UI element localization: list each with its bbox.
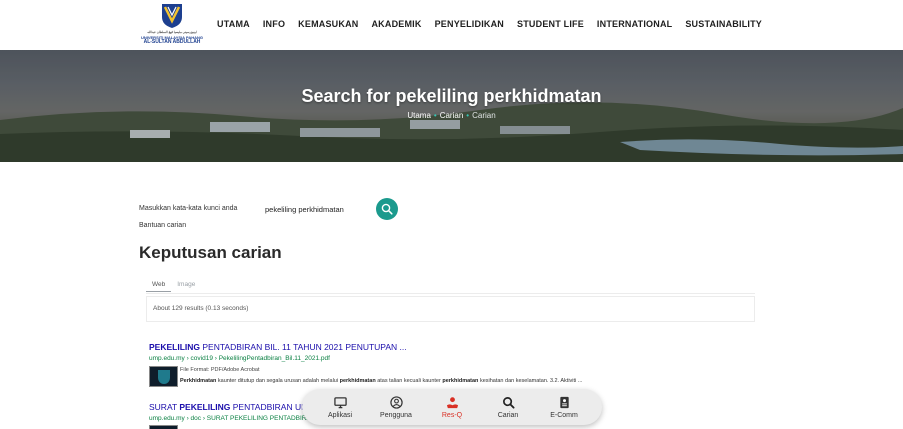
result-url: ump.edu.my › covid19 › PekelilingPentadb… xyxy=(149,355,330,362)
result-file-format: File Format: PDF/Adobe Acrobat xyxy=(180,367,260,373)
snippet-bold: perkhidmatan xyxy=(339,378,376,384)
page: اونيۏرسيتي مليسيا ڤهڠ السلطان عبدالله UN… xyxy=(0,0,903,429)
hero-banner: Search for pekeliling perkhidmatan Utama… xyxy=(0,50,903,162)
snippet-text: atas talian kecuali kaunter xyxy=(375,378,443,384)
nav-item-utama[interactable]: UTAMA xyxy=(217,19,250,29)
result-url: ump.edu.my › doc › SURAT PEKELILING PENT… xyxy=(149,415,316,422)
search-button[interactable] xyxy=(376,198,398,220)
nav-item-sustainability[interactable]: SUSTAINABILITY xyxy=(685,19,762,29)
search-input[interactable] xyxy=(262,200,374,218)
nav-item-akademik[interactable]: AKADEMIK xyxy=(371,19,421,29)
search-icon xyxy=(381,203,393,215)
nav-item-international[interactable]: INTERNATIONAL xyxy=(597,19,672,29)
breadcrumb-utama[interactable]: Utama xyxy=(407,111,431,120)
logo-subname-text: AL-SULTAN ABDULLAH xyxy=(143,39,201,45)
logo-text: اونيۏرسيتي مليسيا ڤهڠ السلطان عبدالله UN… xyxy=(139,30,205,45)
breadcrumb-separator: • xyxy=(466,111,470,120)
dock-label-aplikasi: Aplikasi xyxy=(327,411,353,419)
page-title: Search for pekeliling perkhidmatan xyxy=(301,86,602,106)
breadcrumb: Utama • Carian • Carian xyxy=(0,111,903,120)
nav-item-kemasukan[interactable]: KEMASUKAN xyxy=(298,19,358,29)
nav-item-info[interactable]: INFO xyxy=(263,19,285,29)
tabs-divider xyxy=(146,293,755,294)
university-logo[interactable]: اونيۏرسيتي مليسيا ڤهڠ السلطان عبدالله UN… xyxy=(139,3,205,49)
dock-label-e-comm: E-Comm xyxy=(550,411,578,419)
nav-item-penyelidikan[interactable]: PENYELIDIKAN xyxy=(435,19,504,29)
search-icon xyxy=(502,396,515,409)
dock-item-pengguna[interactable]: Pengguna xyxy=(370,395,422,419)
dock-label-res-q: Res-Q xyxy=(441,411,463,419)
dock-item-aplikasi[interactable]: Aplikasi xyxy=(314,396,366,419)
shield-logo-icon xyxy=(162,4,182,28)
search-label: Masukkan kata-kata kunci anda xyxy=(139,205,238,212)
document-icon xyxy=(559,396,569,408)
results-info: About 129 results (0.13 seconds) xyxy=(146,296,755,322)
result-title-pre: SURAT xyxy=(149,402,180,412)
result-title-rest: PENTADBIRAN BIL. 11 TAHUN 2021 PENUTUPAN… xyxy=(200,342,407,352)
result-title-bold: PEKELILING xyxy=(179,402,231,412)
tab-image[interactable]: Image xyxy=(171,281,201,292)
result-title-bold: PEKELILING xyxy=(149,342,201,352)
result-thumbnail[interactable] xyxy=(149,425,178,429)
main-nav: UTAMA INFO KEMASUKAN AKADEMIK PENYELIDIK… xyxy=(217,19,762,29)
site-header: اونيۏرسيتي مليسيا ڤهڠ السلطان عبدالله UN… xyxy=(0,0,903,50)
tab-web[interactable]: Web xyxy=(146,281,172,292)
snippet-text: kaunter ditutup dan segala urusan adalah… xyxy=(216,378,340,384)
snippet-bold: Perkhidmatan xyxy=(180,378,217,384)
snippet-text: kesihatan dan keselamatan. 3.2. Aktiviti… xyxy=(478,378,583,384)
snippet-bold: perkhidmatan xyxy=(442,378,479,384)
results-tabs: Web Image xyxy=(146,281,201,292)
search-help-link[interactable]: Bantuan carian xyxy=(139,222,186,229)
breadcrumb-separator: • xyxy=(433,111,437,120)
dock-label-pengguna: Pengguna xyxy=(380,411,412,419)
results-heading: Keputusan carian xyxy=(139,243,282,262)
result-snippet: Perkhidmatan kaunter ditutup dan segala … xyxy=(180,378,582,384)
thumbnail-logo-icon xyxy=(158,370,170,384)
dock-item-e-comm[interactable]: E-Comm xyxy=(538,396,590,419)
bottom-dock: Aplikasi Pengguna Res-Q Carian E-Comm xyxy=(302,389,602,425)
result-thumbnail[interactable] xyxy=(149,366,178,387)
dock-label-carian: Carian xyxy=(497,411,519,419)
nav-item-student-life[interactable]: STUDENT LIFE xyxy=(517,19,584,29)
res-q-icon xyxy=(446,396,458,408)
dock-item-carian[interactable]: Carian xyxy=(482,396,534,419)
result-title-link[interactable]: SURAT PEKELILING PENTADBIRAN UMP xyxy=(149,402,314,412)
monitor-icon xyxy=(333,396,347,408)
result-title-link[interactable]: PEKELILING PENTADBIRAN BIL. 11 TAHUN 202… xyxy=(149,342,407,352)
breadcrumb-current: Carian xyxy=(472,111,496,120)
dock-item-res-q[interactable]: Res-Q xyxy=(426,396,478,419)
user-icon xyxy=(389,395,403,409)
breadcrumb-carian[interactable]: Carian xyxy=(440,111,464,120)
